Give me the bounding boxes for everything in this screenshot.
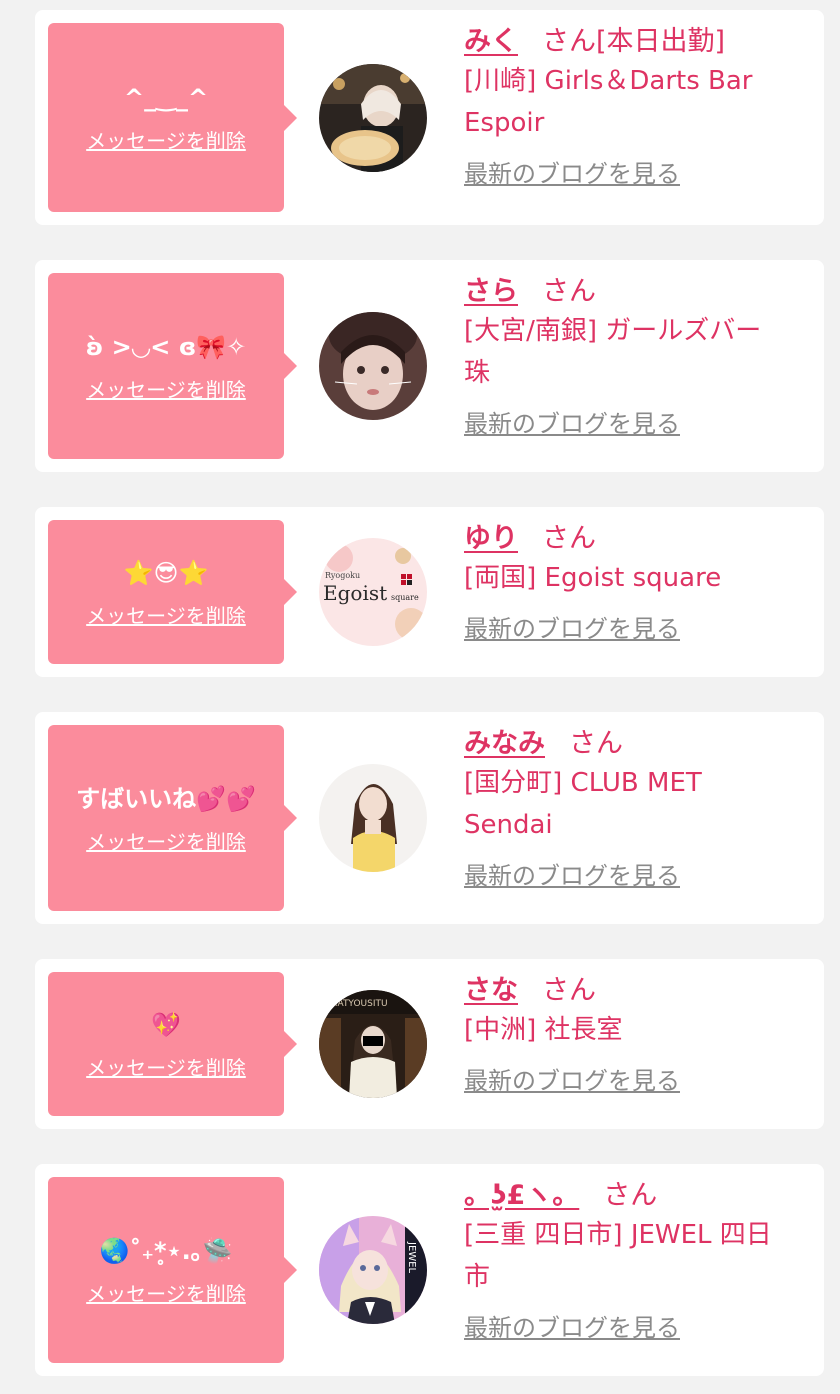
cast-name-link[interactable]: みく bbox=[464, 26, 518, 57]
message-text: ^_‿_^ bbox=[123, 84, 209, 112]
shop-name-line: [大宮/南銀] ガールズバー bbox=[464, 316, 762, 346]
message-card: ^_‿_^ メッセージを削除 みく さん[本日出勤] [川崎] Girls＆Dar… bbox=[35, 10, 824, 225]
message-card: すばいいね💕💕 メッセージを削除 みなみ さん [国分町] CLUB MET Se… bbox=[35, 712, 824, 924]
card-info: さな さん [中洲] 社長室 最新のブログを見る bbox=[464, 973, 804, 1096]
honorific: さん bbox=[542, 523, 596, 554]
card-info: さら さん [大宮/南銀] ガールズバー 珠 最新のブログを見る bbox=[464, 274, 804, 439]
latest-blog-link[interactable]: 最新のブログを見る bbox=[464, 154, 680, 189]
avatar[interactable]: Ryogoku Egoist square bbox=[319, 538, 427, 646]
latest-blog-link[interactable]: 最新のブログを見る bbox=[464, 1061, 680, 1096]
latest-blog-link[interactable]: 最新のブログを見る bbox=[464, 1308, 680, 1343]
shop-name-line: [川崎] Girls＆Darts Bar bbox=[464, 66, 753, 96]
avatar[interactable]: SHATYOUSITU bbox=[319, 990, 427, 1098]
cast-name-link[interactable]: さら bbox=[464, 276, 518, 307]
message-bubble: 🌏˚₊*̥⋆.｡🛸 メッセージを削除 bbox=[48, 1177, 297, 1363]
avatar[interactable] bbox=[319, 64, 427, 172]
work-status: [本日出勤] bbox=[596, 26, 726, 57]
delete-message-link[interactable]: メッセージを削除 bbox=[86, 1052, 246, 1081]
message-bubble: ⭐😎⭐ メッセージを削除 bbox=[48, 520, 297, 664]
message-card: 🌏˚₊*̥⋆.｡🛸 メッセージを削除 JEWEL 。ʖ̫£ヽ。 さん [三重 四… bbox=[35, 1164, 824, 1376]
delete-message-link[interactable]: メッセージを削除 bbox=[86, 600, 246, 629]
honorific: さん bbox=[542, 975, 596, 1006]
latest-blog-link[interactable]: 最新のブログを見る bbox=[464, 609, 680, 644]
shop-name-line: [両国] Egoist square bbox=[464, 563, 722, 593]
message-card: ⭐😎⭐ メッセージを削除 Ryogoku Egoist square ゆりさん bbox=[35, 507, 824, 677]
shop-name: [国分町] CLUB MET Sendai bbox=[464, 762, 804, 846]
shop-name-line: [中洲] 社長室 bbox=[464, 1015, 623, 1045]
honorific: さん bbox=[542, 276, 596, 307]
avatar-logo: JEWEL bbox=[406, 1241, 417, 1273]
avatar-logo: Egoist bbox=[323, 581, 387, 605]
message-card: ʚ̀ >◡< ɞ🎀✧ メッセージを削除 さらさん [大宮/南銀] ガールズバー bbox=[35, 260, 824, 472]
message-bubble: すばいいね💕💕 メッセージを削除 bbox=[48, 725, 297, 911]
honorific: さん bbox=[569, 728, 623, 759]
shop-name-line: Sendai bbox=[464, 810, 553, 840]
shop-name: [両国] Egoist square bbox=[464, 557, 804, 599]
shop-name-line: 市 bbox=[464, 1262, 491, 1292]
message-text: ⭐😎⭐ bbox=[123, 558, 209, 587]
delete-message-link[interactable]: メッセージを削除 bbox=[86, 826, 246, 855]
cast-name-link[interactable]: 。ʖ̫£ヽ。 bbox=[464, 1180, 579, 1211]
cast-name-link[interactable]: みなみ bbox=[464, 728, 545, 759]
shop-name: [川崎] Girls＆Darts Bar Espoir bbox=[464, 60, 804, 144]
shop-name-line: Espoir bbox=[464, 108, 545, 138]
message-card: 💖 メッセージを削除 SHATYOUSITU さな さん [中洲] 社長室 最新… bbox=[35, 959, 824, 1129]
honorific: さん bbox=[603, 1180, 658, 1211]
message-text: すばいいね💕💕 bbox=[76, 784, 256, 813]
shop-name: [三重 四日市] JEWEL 四日 市 bbox=[464, 1214, 804, 1298]
avatar[interactable] bbox=[319, 312, 427, 420]
card-info: みく さん[本日出勤] [川崎] Girls＆Darts Bar Espoir 最… bbox=[464, 24, 804, 189]
cast-name-link[interactable]: ゆり bbox=[464, 523, 518, 554]
message-bubble: ^_‿_^ メッセージを削除 bbox=[48, 23, 297, 212]
latest-blog-link[interactable]: 最新のブログを見る bbox=[464, 404, 680, 439]
message-text: 💖 bbox=[151, 1010, 181, 1039]
avatar[interactable]: JEWEL bbox=[319, 1216, 427, 1324]
shop-name-line: 珠 bbox=[464, 358, 491, 388]
message-list: ^_‿_^ メッセージを削除 みく さん[本日出勤] [川崎] Girls＆Dar… bbox=[0, 0, 840, 1394]
avatar-logo-sub: Ryogoku bbox=[325, 571, 360, 580]
card-info: みなみ さん [国分町] CLUB MET Sendai 最新のブログを見る bbox=[464, 726, 804, 891]
delete-message-link[interactable]: メッセージを削除 bbox=[86, 1278, 246, 1307]
shop-name: [中洲] 社長室 bbox=[464, 1009, 804, 1051]
latest-blog-link[interactable]: 最新のブログを見る bbox=[464, 856, 680, 891]
delete-message-link[interactable]: メッセージを削除 bbox=[86, 374, 246, 403]
message-bubble: 💖 メッセージを削除 bbox=[48, 972, 297, 1116]
shop-name-line: [三重 四日市] JEWEL 四日 bbox=[464, 1220, 772, 1250]
avatar[interactable] bbox=[319, 764, 427, 872]
message-text: 🌏˚₊*̥⋆.｡🛸 bbox=[99, 1236, 233, 1265]
cast-name-link[interactable]: さな bbox=[464, 975, 518, 1006]
shop-name-line: [国分町] CLUB MET bbox=[464, 768, 702, 798]
card-info: 。ʖ̫£ヽ。 さん [三重 四日市] JEWEL 四日 市 最新のブログを見る bbox=[464, 1178, 804, 1343]
avatar-logo: SHATYOUSITU bbox=[325, 999, 388, 1009]
avatar-logo-small: square bbox=[391, 593, 419, 602]
shop-name: [大宮/南銀] ガールズバー 珠 bbox=[464, 310, 804, 394]
delete-message-link[interactable]: メッセージを削除 bbox=[86, 125, 246, 154]
card-info: ゆり さん [両国] Egoist square 最新のブログを見る bbox=[464, 521, 804, 644]
message-text: ʚ̀ >◡< ɞ🎀✧ bbox=[85, 332, 247, 361]
honorific: さん bbox=[542, 26, 596, 57]
message-bubble: ʚ̀ >◡< ɞ🎀✧ メッセージを削除 bbox=[48, 273, 297, 459]
